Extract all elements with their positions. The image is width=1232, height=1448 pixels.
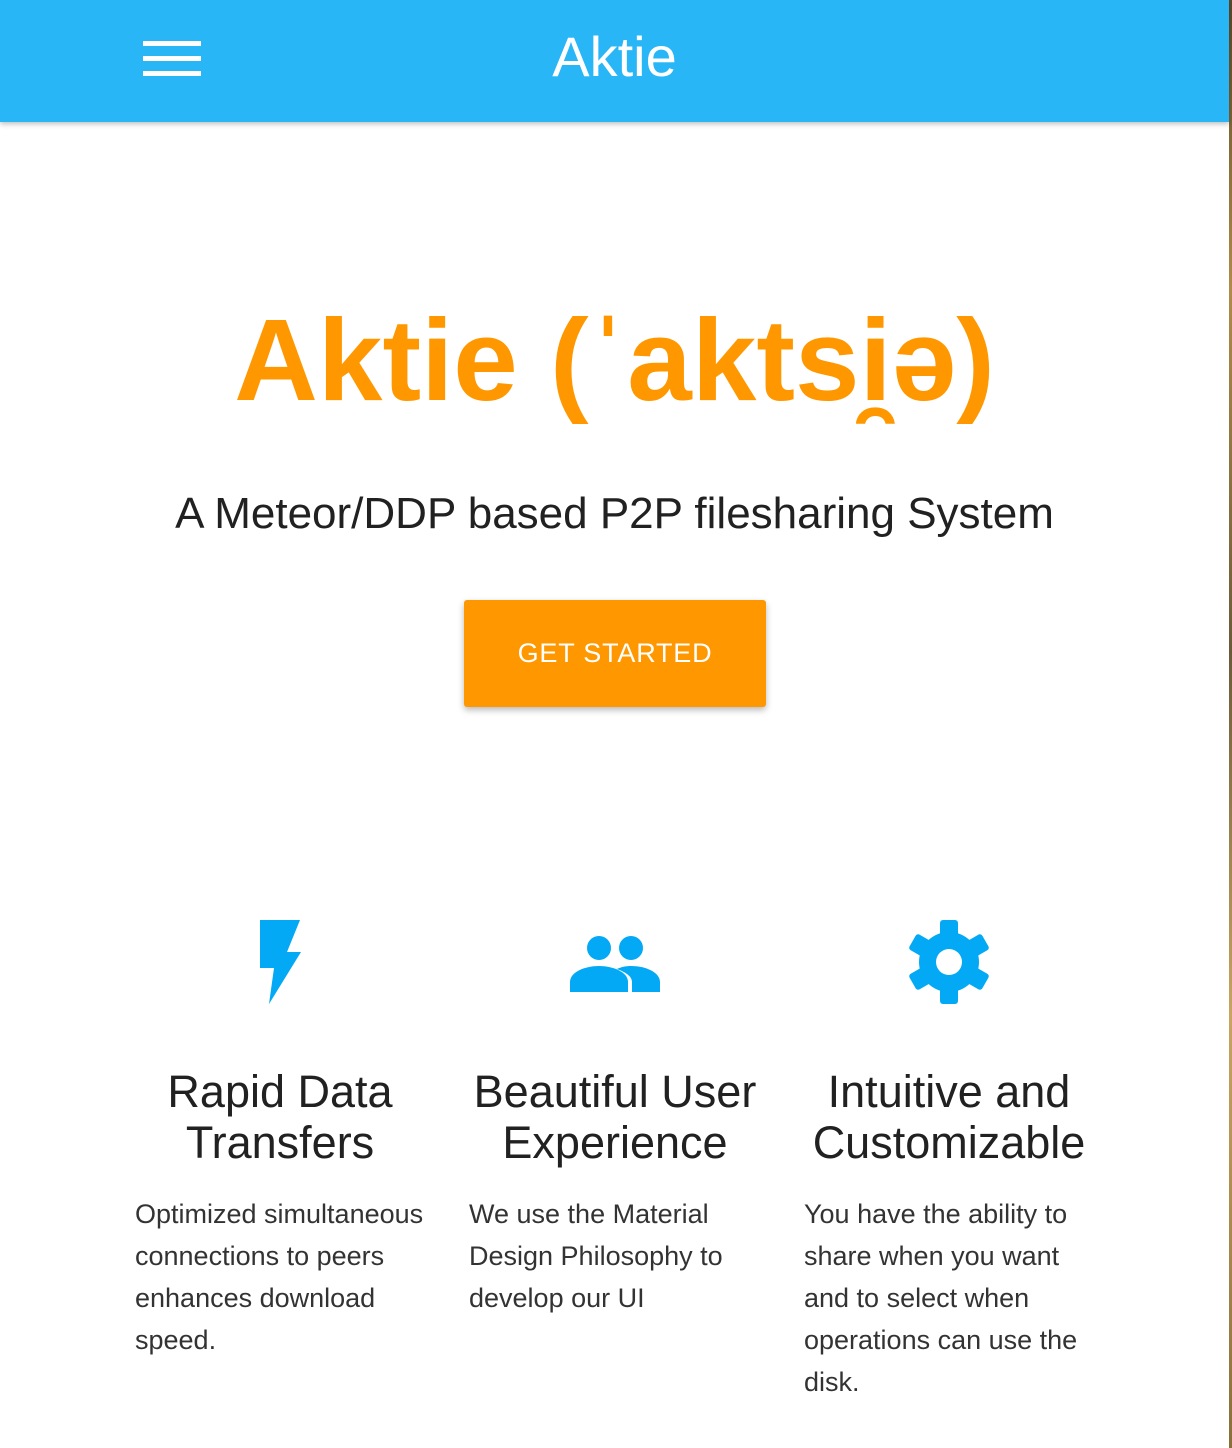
hero-subtitle: A Meteor/DDP based P2P filesharing Syste… bbox=[175, 489, 1054, 538]
app-title: Aktie bbox=[552, 25, 677, 88]
feature-text-rapid: Optimized simultaneous connections to pe… bbox=[135, 1199, 424, 1355]
people-icon bbox=[570, 936, 660, 992]
flash-icon bbox=[260, 920, 301, 1004]
feature-title-rapid: Rapid Data Transfers bbox=[167, 1066, 393, 1168]
hero-title: Aktie (ˈaktsi̯ə) bbox=[234, 295, 995, 425]
gear-icon bbox=[909, 920, 989, 1004]
feature-text-beautiful: We use the Material Design Philosophy to… bbox=[469, 1199, 723, 1313]
feature-title-intuitive: Intuitive and Customizable bbox=[812, 1066, 1086, 1168]
feature-title-beautiful: Beautiful User Experience bbox=[473, 1066, 757, 1168]
app-bar: Aktie bbox=[0, 0, 1229, 122]
feature-text-intuitive: You have the ability to share when you w… bbox=[804, 1199, 1078, 1397]
get-started-button[interactable]: GET STARTED bbox=[464, 600, 766, 707]
